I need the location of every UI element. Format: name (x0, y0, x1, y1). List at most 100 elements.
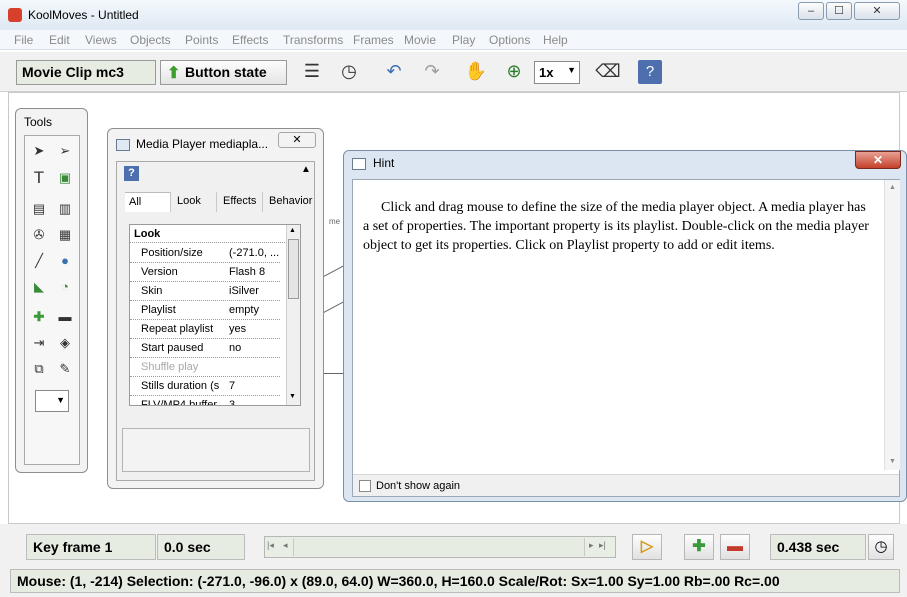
hint-scrollbar[interactable]: ▲ ▼ (884, 180, 900, 470)
property-row[interactable]: FLV/MP4 buffer 3 (130, 396, 280, 405)
timeline-slider[interactable]: |◂ ◂ ▸ ▸| (264, 536, 616, 558)
hand-icon[interactable]: ✋ (462, 58, 490, 86)
ellipse-tool-icon[interactable]: ● (54, 250, 76, 272)
property-sheet: ? ▲ All Look Effects Behavior Look Posit… (116, 161, 315, 481)
transform-icon[interactable]: ⧉ (28, 358, 50, 380)
slider-right-icon[interactable]: ▸ (589, 540, 594, 551)
media-icon[interactable]: ✇ (28, 224, 50, 246)
hint-close-button[interactable]: ✕ (855, 151, 901, 169)
fill-bucket-icon[interactable]: ◈ (54, 332, 76, 354)
video-icon[interactable]: ▦ (54, 224, 76, 246)
tools-grid: ➤ ➢ T ▣ ▤ ▥ ✇ ▦ ╱ ● ◣ ◔ ✚ ▬ ⇥ ◈ ⧉ ✎ ▼ (24, 135, 80, 465)
menu-help[interactable]: Help (543, 33, 568, 47)
window-title: KoolMoves - Untitled (28, 8, 139, 22)
clock-icon[interactable]: ◷ (868, 534, 894, 560)
time-field: 0.0 sec (157, 534, 245, 560)
minimize-button[interactable]: – (798, 2, 824, 20)
button-state-button[interactable]: ⬆ Button state (160, 60, 287, 85)
hint-body: Click and drag mouse to define the size … (352, 179, 900, 497)
brush-icon[interactable]: ✎ (54, 358, 76, 380)
property-row[interactable]: Playlist empty (130, 301, 280, 320)
zoom-icon[interactable]: ⊕ (500, 58, 528, 86)
add-frame-button[interactable]: ✚ (684, 534, 714, 560)
slider-track[interactable] (293, 538, 585, 556)
menu-edit[interactable]: Edit (49, 33, 70, 47)
remove-point-icon[interactable]: ▬ (54, 306, 76, 328)
menu-file[interactable]: File (14, 33, 33, 47)
hint-title: Hint (373, 156, 395, 170)
zoom-select[interactable]: 1x ▼ (534, 61, 580, 84)
property-description (122, 428, 310, 472)
app-icon (8, 8, 22, 22)
menu-play[interactable]: Play (452, 33, 475, 47)
shape-tool-icon[interactable]: ◣ (28, 276, 50, 298)
property-section-header: Look (130, 225, 285, 243)
menu-points[interactable]: Points (185, 33, 218, 47)
tab-look[interactable]: Look (173, 192, 217, 212)
dont-show-label: Don't show again (376, 480, 461, 492)
tween-icon[interactable]: ⇥ (28, 332, 50, 354)
tab-effects[interactable]: Effects (219, 192, 263, 212)
play-button[interactable]: ▷ (632, 534, 662, 560)
slider-end-icon[interactable]: ▸| (599, 540, 606, 551)
curve-tool-icon[interactable]: ◔ (54, 276, 76, 298)
scroll-down-icon[interactable]: ▼ (289, 393, 296, 400)
maximize-button[interactable]: ☐ (826, 2, 852, 20)
main-toolbar: Movie Clip mc3 ⬆ Button state ☰ ◷ ↶ ↷ ✋ … (0, 52, 907, 92)
redo-icon[interactable]: ↷ (418, 58, 446, 86)
slider-left-icon[interactable]: ◂ (283, 540, 288, 551)
help-icon[interactable]: ? (638, 60, 662, 84)
hint-dialog: Hint ✕ Click and drag mouse to define th… (343, 150, 907, 502)
button-state-label: Button state (185, 64, 267, 80)
arrow-select-icon[interactable]: ➤ (28, 140, 50, 162)
remove-frame-button[interactable]: ▬ (720, 534, 750, 560)
subselect-icon[interactable]: ➢ (54, 140, 76, 162)
duration-field: 0.438 sec (770, 534, 866, 560)
text-tool-icon[interactable]: T (28, 167, 50, 189)
property-row[interactable]: Start paused no (130, 339, 280, 358)
menu-effects[interactable]: Effects (232, 33, 268, 47)
menu-objects[interactable]: Objects (130, 33, 171, 47)
hint-text: Click and drag mouse to define the size … (363, 200, 869, 253)
image-tool-icon[interactable]: ▣ (54, 167, 76, 189)
title-bar: KoolMoves - Untitled – ☐ ✕ (0, 0, 907, 30)
slider-start-icon[interactable]: |◂ (267, 540, 274, 551)
property-row[interactable]: Version Flash 8 (130, 263, 280, 282)
clock-icon[interactable]: ◷ (335, 58, 363, 86)
property-list: Look Position/size (-271.0, ... Version Fl… (129, 224, 301, 406)
collapse-icon[interactable]: ▲ (301, 164, 311, 175)
up-arrow-icon: ⬆ (167, 65, 181, 82)
tab-behavior[interactable]: Behavior (265, 192, 315, 212)
object-edge-line (321, 373, 345, 374)
property-row[interactable]: Stills duration (s 7 (130, 377, 280, 396)
fill-color-dropdown[interactable]: ▼ (35, 390, 69, 412)
scroll-up-icon[interactable]: ▲ (889, 184, 896, 191)
tab-all[interactable]: All (125, 192, 171, 212)
component-icon[interactable]: ▤ (28, 198, 50, 220)
symbol-icon[interactable]: ▥ (54, 198, 76, 220)
property-row[interactable]: Skin iSilver (130, 282, 280, 301)
property-row-disabled: Shuffle play (130, 358, 280, 377)
timeline-list-icon[interactable]: ☰ (298, 58, 326, 86)
menu-movie[interactable]: Movie (404, 33, 436, 47)
menu-options[interactable]: Options (489, 33, 530, 47)
menu-frames[interactable]: Frames (353, 33, 394, 47)
eraser-icon[interactable]: ⌫ (594, 58, 622, 86)
undo-icon[interactable]: ↶ (380, 58, 408, 86)
menu-bar: File Edit Views Objects Points Effects T… (0, 30, 907, 50)
close-button[interactable]: ✕ (854, 2, 900, 20)
add-point-icon[interactable]: ✚ (28, 306, 50, 328)
property-scrollbar[interactable]: ▲ ▼ (286, 225, 300, 405)
help-icon[interactable]: ? (124, 166, 139, 181)
scroll-down-icon[interactable]: ▼ (889, 458, 896, 465)
property-row[interactable]: Position/size (-271.0, ... (130, 244, 280, 263)
property-row[interactable]: Repeat playlist yes (130, 320, 280, 339)
scrollbar-thumb[interactable] (288, 239, 299, 299)
scroll-up-icon[interactable]: ▲ (289, 227, 296, 234)
close-icon[interactable]: ✕ (278, 132, 316, 148)
line-tool-icon[interactable]: ╱ (28, 250, 50, 272)
status-bar: Mouse: (1, -214) Selection: (-271.0, -96… (10, 569, 900, 593)
menu-views[interactable]: Views (85, 33, 117, 47)
dont-show-checkbox[interactable] (359, 480, 371, 492)
menu-transforms[interactable]: Transforms (283, 33, 343, 47)
